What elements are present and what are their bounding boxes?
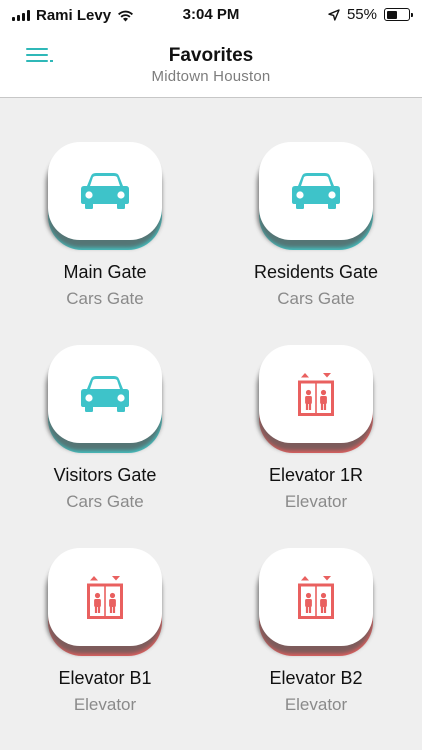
- favorite-type: Cars Gate: [66, 492, 144, 511]
- elevator-icon: [87, 576, 123, 619]
- favorite-icon-button[interactable]: [257, 345, 375, 453]
- page-title: Favorites: [168, 45, 254, 66]
- battery-icon: [384, 8, 413, 21]
- favorite-icon-button[interactable]: [257, 548, 375, 656]
- favorite-name: Residents Gate: [253, 262, 379, 282]
- favorite-tile-main-gate[interactable]: Main Gate Cars Gate: [5, 142, 205, 309]
- favorite-name: Elevator B2: [269, 668, 363, 688]
- favorite-name: Visitors Gate: [53, 465, 157, 485]
- location-arrow-icon: [328, 8, 340, 21]
- favorite-type: Elevator: [73, 695, 137, 714]
- status-right: 55%: [328, 6, 413, 23]
- favorite-name: Elevator B1: [58, 668, 152, 688]
- car-icon: [292, 173, 340, 209]
- page-subtitle: Midtown Houston: [151, 68, 271, 85]
- favorite-tile-elevator-1r[interactable]: Elevator 1R Elevator: [216, 345, 416, 512]
- favorite-type: Elevator: [284, 695, 348, 714]
- favorite-tile-residents-gate[interactable]: Residents Gate Cars Gate: [216, 142, 416, 309]
- status-bar: Rami Levy 3:04 PM 55%: [0, 0, 422, 30]
- favorite-icon-button[interactable]: [257, 142, 375, 250]
- favorite-icon-button[interactable]: [46, 142, 164, 250]
- favorite-type: Cars Gate: [66, 289, 144, 308]
- favorite-name: Main Gate: [63, 262, 147, 282]
- favorite-tile-elevator-b1[interactable]: Elevator B1 Elevator: [5, 548, 205, 715]
- car-icon: [81, 376, 129, 412]
- favorite-name: Elevator 1R: [268, 465, 364, 485]
- favorite-icon-button[interactable]: [46, 548, 164, 656]
- favorite-icon-button[interactable]: [46, 345, 164, 453]
- elevator-icon: [298, 373, 334, 416]
- elevator-icon: [298, 576, 334, 619]
- favorite-tile-elevator-b2[interactable]: Elevator B2 Elevator: [216, 548, 416, 715]
- nav-bar: Favorites Midtown Houston: [0, 30, 422, 98]
- favorite-type: Elevator: [284, 492, 348, 511]
- battery-percent: 55%: [346, 6, 377, 23]
- car-icon: [81, 173, 129, 209]
- favorite-type: Cars Gate: [277, 289, 355, 308]
- favorite-tile-visitors-gate[interactable]: Visitors Gate Cars Gate: [5, 345, 205, 512]
